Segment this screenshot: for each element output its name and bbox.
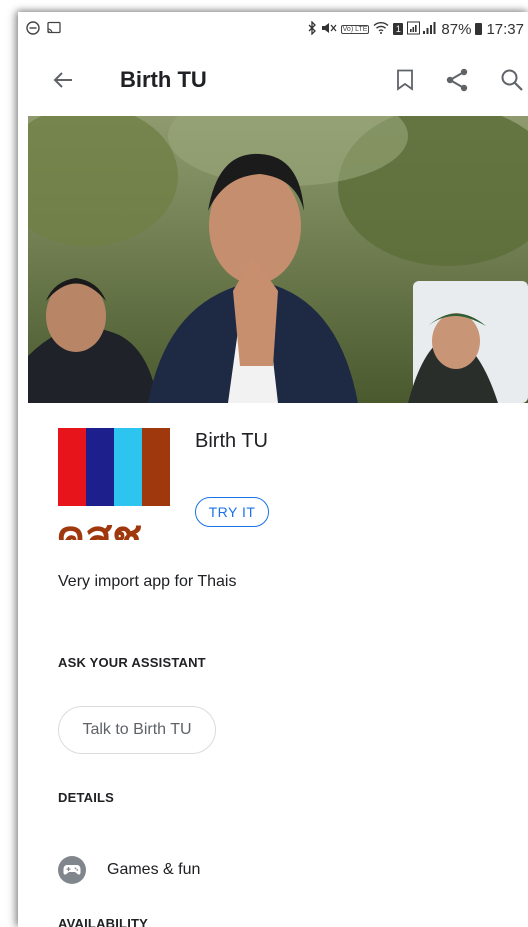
ask-assistant-heading: ASK YOUR ASSISTANT [58,655,206,670]
category-row[interactable]: Games & fun [58,856,200,884]
app-description: Very import app for Thais [58,573,237,590]
search-icon[interactable] [500,68,524,92]
clock: 17:37 [486,20,524,38]
app-window: Vo) LTE 1 87% 17:37 Birth TU คสช. Birth … [18,12,528,927]
app-icon-text: คสช. [58,512,159,540]
bookmark-icon[interactable] [396,69,414,91]
status-right: Vo) LTE 1 87% 17:37 [307,19,528,38]
volte-icon: Vo) LTE [340,24,370,34]
talk-to-chip[interactable]: Talk to Birth TU [58,706,216,754]
try-it-button[interactable]: TRY IT [195,497,269,527]
bluetooth-icon [307,19,317,38]
page-title: Birth TU [120,67,207,92]
battery-percent: 87% [441,20,472,38]
share-icon[interactable] [444,67,470,93]
app-icon: คสช. [58,428,170,540]
mute-icon [321,21,337,38]
hero-image [28,116,528,403]
status-left [18,20,62,38]
dnd-icon [26,20,40,38]
details-heading: DETAILS [58,790,115,805]
availability-heading: AVAILABILITY [58,916,149,927]
app-header: คสช. Birth TU TRY IT [58,428,518,540]
battery-icon [475,23,483,35]
back-arrow-icon[interactable] [52,69,74,91]
status-bar: Vo) LTE 1 87% 17:37 [18,12,528,46]
wifi-icon [373,21,389,37]
category-label: Games & fun [107,861,201,878]
gamepad-icon [58,856,86,884]
app-name: Birth TU [195,430,268,452]
signal-icon [407,21,437,38]
sim-icon: 1 [393,23,404,35]
app-bar-actions [396,67,528,93]
cast-icon [46,21,62,38]
app-bar: Birth TU [18,52,528,108]
